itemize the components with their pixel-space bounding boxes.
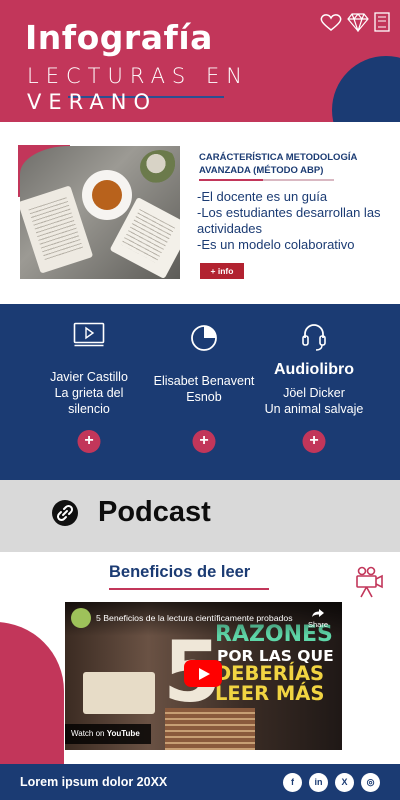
linkedin-icon[interactable]: in — [309, 773, 328, 792]
video-player-icon — [73, 322, 105, 353]
video-title[interactable]: 5 Beneficios de la lectura científicamen… — [96, 613, 293, 623]
benefits-section: Beneficios de leer 5 RAZONES POR LAS QUE… — [0, 552, 400, 764]
book-title: La grieta del — [54, 386, 124, 400]
watch-on-youtube-button[interactable]: Watch on YouTube — [65, 724, 151, 744]
share-button[interactable]: Share — [308, 608, 328, 629]
method-heading-underline — [199, 179, 334, 181]
youtube-video-embed[interactable]: 5 RAZONES POR LAS QUE DEBERÍAS LEER MÁS … — [65, 602, 342, 750]
video-line-4: LEER MÁS — [215, 682, 325, 705]
header-icons — [320, 12, 390, 37]
book-title: Un animal salvaje — [264, 402, 364, 416]
subtitle-line-1: LECTURAS EN — [27, 64, 249, 88]
bullet-item: -Los estudiantes desarrollan las activid… — [197, 205, 381, 236]
bullet-item: -Es un modelo colaborativo — [197, 237, 355, 252]
heart-icon — [320, 13, 342, 37]
expand-button[interactable]: + — [302, 430, 326, 453]
header-navy-blob — [332, 56, 400, 122]
footer-text: Lorem ipsum dolor 20XX — [20, 775, 168, 789]
subtitle-line-2: VERANO — [27, 90, 157, 114]
method-section: CARÁCTERÍSTICA METODOLOGÍA AVANZADA (MÉT… — [0, 122, 400, 304]
podcast-label: Podcast — [98, 496, 211, 528]
pie-chart-icon — [190, 324, 218, 357]
video-book-image — [83, 672, 155, 714]
expand-button[interactable]: + — [77, 430, 101, 453]
bullet-item: -El docente es un guía — [197, 189, 328, 204]
benefits-underline — [109, 588, 269, 590]
movie-camera-icon — [354, 566, 384, 603]
page-title: Infografía — [25, 18, 213, 57]
reading-photo — [20, 146, 180, 279]
youtube-logo-text: YouTube — [106, 729, 140, 738]
method-heading: CARÁCTERÍSTICA METODOLOGÍA AVANZADA (MÉT… — [199, 152, 357, 176]
book-icon — [374, 12, 390, 37]
more-info-button[interactable]: + info — [200, 263, 244, 279]
x-icon[interactable]: X — [335, 773, 354, 792]
share-icon — [311, 609, 324, 617]
expand-button[interactable]: + — [192, 430, 216, 453]
benefits-accent-shape — [0, 622, 64, 764]
diamond-icon — [346, 12, 370, 37]
facebook-icon[interactable]: f — [283, 773, 302, 792]
audiobook-label: Audiolibro — [274, 361, 354, 378]
book-author: Jöel Dicker — [283, 386, 345, 400]
watch-on-label: Watch on — [71, 729, 105, 738]
podcast-section[interactable]: Podcast — [0, 480, 400, 552]
link-icon[interactable] — [52, 500, 78, 526]
books-section: Javier Castillo La grieta del silencio +… — [0, 304, 400, 480]
instagram-icon[interactable]: ◎ — [361, 773, 380, 792]
footer: Lorem ipsum dolor 20XX f in X ◎ — [0, 764, 400, 800]
method-bullets: -El docente es un guía -Los estudiantes … — [197, 189, 382, 253]
book-title-cont: silencio — [68, 402, 110, 416]
headphones-icon — [301, 322, 327, 359]
header-banner: Infografía LECTURAS EN VERANO — [0, 0, 400, 122]
book-author: Javier Castillo — [50, 370, 128, 384]
channel-avatar[interactable] — [71, 608, 91, 628]
share-label: Share — [307, 620, 328, 629]
benefits-title: Beneficios de leer — [109, 563, 251, 581]
video-line-3: DEBERÍAS — [215, 662, 325, 685]
play-button[interactable] — [184, 660, 222, 687]
